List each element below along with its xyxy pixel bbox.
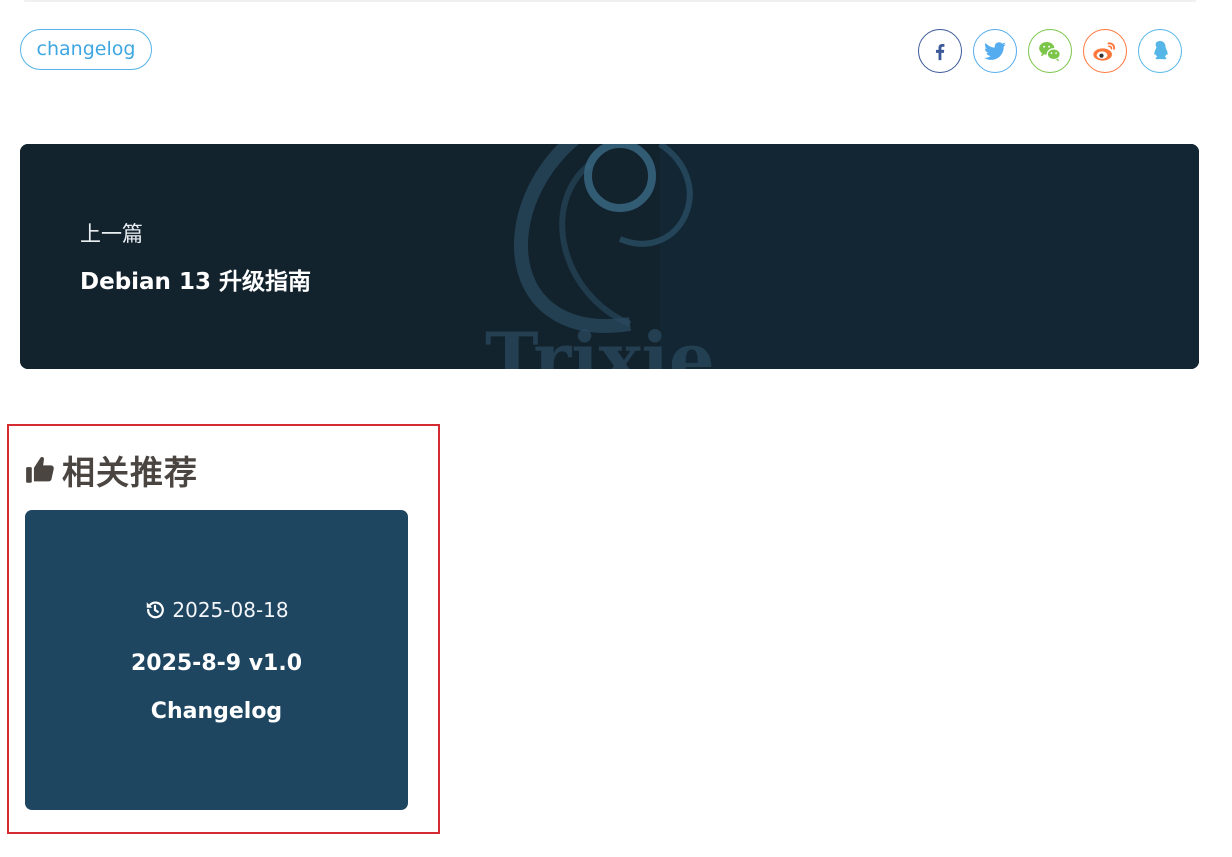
related-heading: 相关推荐 xyxy=(24,446,198,494)
divider xyxy=(24,0,1196,2)
related-post-date: 2025-08-18 xyxy=(25,598,408,622)
related-post-date-text: 2025-08-18 xyxy=(172,598,289,622)
debian-swirl-background: Trixie xyxy=(20,144,1199,369)
related-section: 相关推荐 2025-08-18 2025-8-9 v1.0 Changelog xyxy=(7,424,440,834)
history-icon xyxy=(147,601,165,619)
wechat-icon xyxy=(1039,42,1061,62)
facebook-icon xyxy=(935,43,945,61)
previous-post-title: Debian 13 升级指南 xyxy=(80,269,311,295)
share-wechat-button[interactable] xyxy=(1028,29,1072,73)
qq-icon xyxy=(1154,41,1168,60)
share-twitter-button[interactable] xyxy=(973,29,1017,73)
share-bar xyxy=(918,29,1182,73)
previous-post-label: 上一篇 xyxy=(80,222,143,246)
trixie-watermark: Trixie xyxy=(485,316,715,369)
related-post-title: 2025-8-9 v1.0 Changelog xyxy=(130,651,303,724)
related-title: 相关推荐 xyxy=(62,453,198,492)
share-qq-button[interactable] xyxy=(1138,29,1182,73)
weibo-icon xyxy=(1093,42,1116,61)
share-facebook-button[interactable] xyxy=(918,29,962,73)
related-post-card[interactable]: 2025-08-18 2025-8-9 v1.0 Changelog xyxy=(25,510,408,810)
thumbs-up-icon xyxy=(26,457,54,483)
twitter-icon xyxy=(984,42,1006,60)
share-weibo-button[interactable] xyxy=(1083,29,1127,73)
tag-changelog[interactable]: changelog xyxy=(20,29,152,70)
previous-post-card[interactable]: Trixie 上一篇 Debian 13 升级指南 xyxy=(20,144,1199,369)
